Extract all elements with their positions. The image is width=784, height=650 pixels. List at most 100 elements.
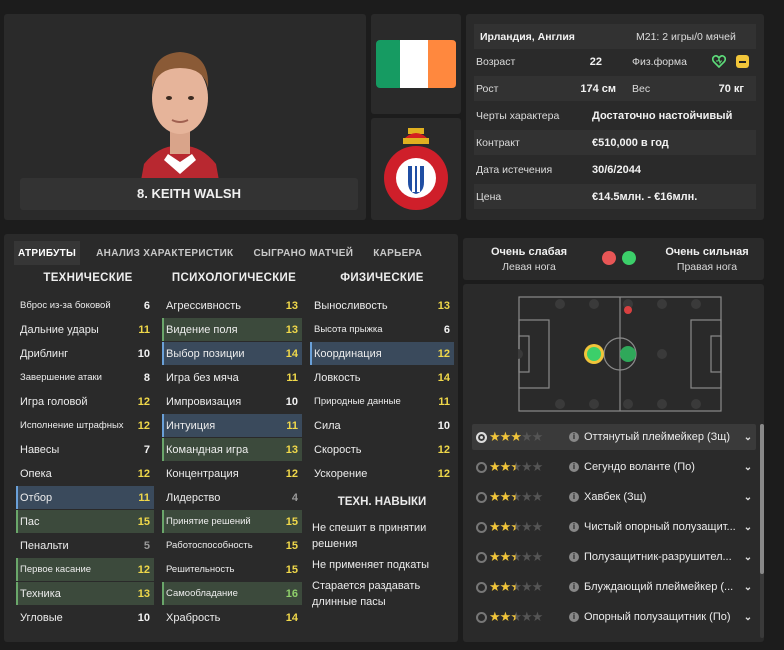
- role-item[interactable]: ★★★★★ i Сегундо воланте (По) ⌄: [472, 454, 756, 480]
- chevron-down-icon[interactable]: ⌄: [740, 462, 756, 473]
- attribute-row[interactable]: Координация 12: [310, 342, 454, 365]
- attribute-name: Угловые: [20, 611, 63, 624]
- attribute-row[interactable]: Отбор 11: [16, 486, 154, 509]
- attribute-row[interactable]: Дриблинг 10: [16, 342, 154, 365]
- attribute-name: Видение поля: [166, 323, 238, 336]
- chevron-down-icon[interactable]: ⌄: [740, 582, 756, 593]
- info-icon[interactable]: i: [569, 462, 579, 472]
- info-icon[interactable]: i: [569, 612, 579, 622]
- attribute-row[interactable]: Импровизация 10: [162, 390, 302, 413]
- info-icon[interactable]: i: [569, 552, 579, 562]
- info-icon[interactable]: i: [569, 522, 579, 532]
- attribute-row[interactable]: Первое касание 12: [16, 558, 154, 581]
- age-row: Возраст 22 Физ.форма: [474, 49, 756, 74]
- role-item[interactable]: ★★★★★ i Опорный полузащитник (По) ⌄: [472, 604, 756, 630]
- star-icon: ★: [510, 429, 522, 444]
- attribute-row[interactable]: Угловые 10: [16, 606, 154, 629]
- attribute-name: Игра без мяча: [166, 371, 239, 384]
- attribute-row[interactable]: Агрессивность 13: [162, 294, 302, 317]
- attribute-row[interactable]: Завершение атаки 8: [16, 366, 154, 389]
- role-item[interactable]: ★★★★★ i Хавбек (Зщ) ⌄: [472, 484, 756, 510]
- attribute-row[interactable]: Выбор позиции 14: [162, 342, 302, 365]
- attribute-row[interactable]: Исполнение штрафных 12: [16, 414, 154, 437]
- star-icon: ★: [499, 609, 512, 624]
- attribute-row[interactable]: Навесы 7: [16, 438, 154, 461]
- attribute-row[interactable]: Вброс из-за боковой 6: [16, 294, 154, 317]
- role-radio[interactable]: [476, 551, 487, 563]
- attribute-name: Высота прыжка: [314, 324, 383, 335]
- role-stars: ★★★★★: [489, 549, 569, 565]
- left-foot-indicator: [602, 251, 616, 265]
- role-radio[interactable]: [476, 581, 487, 593]
- info-icon[interactable]: i: [569, 432, 579, 442]
- attribute-row[interactable]: Скорость 12: [310, 438, 454, 461]
- chevron-down-icon[interactable]: ⌄: [740, 612, 756, 623]
- attribute-value: 13: [137, 587, 150, 600]
- attribute-row[interactable]: Природные данные 11: [310, 390, 454, 413]
- attribute-value: 6: [143, 299, 150, 312]
- attribute-value: 12: [137, 467, 150, 480]
- attribute-row[interactable]: Высота прыжка 6: [310, 318, 454, 341]
- role-name: Хавбек (Зщ): [584, 491, 647, 503]
- attribute-row[interactable]: Видение поля 13: [162, 318, 302, 341]
- attribute-row[interactable]: Интуиция 11: [162, 414, 302, 437]
- role-item[interactable]: ★★★★★ i Блуждающий плеймейкер (... ⌄: [472, 574, 756, 600]
- info-icon[interactable]: i: [569, 492, 579, 502]
- attribute-row[interactable]: Лидерство 4: [162, 486, 302, 509]
- attribute-row[interactable]: Командная игра 13: [162, 438, 302, 461]
- role-radio[interactable]: [476, 611, 487, 623]
- role-radio[interactable]: [476, 521, 487, 533]
- role-item[interactable]: ★★★★★ i Оттянутый плеймейкер (Зщ) ⌄: [472, 424, 756, 450]
- attribute-row[interactable]: Ловкость 14: [310, 366, 454, 389]
- attribute-row[interactable]: Пенальти 5: [16, 534, 154, 557]
- info-icon[interactable]: i: [569, 582, 579, 592]
- attribute-row[interactable]: Решительность 15: [162, 558, 302, 581]
- role-item[interactable]: ★★★★★ i Полузащитник-разрушител... ⌄: [472, 544, 756, 570]
- attribute-row[interactable]: Ускорение 12: [310, 462, 454, 485]
- attribute-row[interactable]: Работоспособность 15: [162, 534, 302, 557]
- tab-career[interactable]: КАРЬЕРА: [369, 241, 426, 265]
- age-value: 22: [589, 55, 602, 68]
- attribute-row[interactable]: Храбрость 14: [162, 606, 302, 629]
- attribute-value: 13: [285, 299, 298, 312]
- expiry-label: Дата истечения: [476, 163, 553, 176]
- tab-attribute-analysis[interactable]: АНАЛИЗ ХАРАКТЕРИСТИК: [92, 241, 237, 265]
- contract-value: €510,000 в год: [592, 136, 669, 149]
- chevron-down-icon[interactable]: ⌄: [740, 552, 756, 563]
- technical-header: ТЕХНИЧЕСКИЕ: [43, 272, 133, 284]
- attribute-row[interactable]: Игра головой 12: [16, 390, 154, 413]
- chevron-down-icon[interactable]: ⌄: [740, 432, 756, 443]
- attribute-row[interactable]: Сила 10: [310, 414, 454, 437]
- value-row: Цена €14.5млн. - €16млн.: [474, 184, 756, 209]
- star-icon: ★: [499, 459, 512, 474]
- weak-position-marker: [624, 306, 632, 314]
- nationality-row: Ирландия, Англия M21: 2 игры/0 мячей: [474, 24, 756, 49]
- attribute-row[interactable]: Выносливость 13: [310, 294, 454, 317]
- role-stars: ★★★★★: [489, 519, 569, 535]
- attribute-row[interactable]: Опека 12: [16, 462, 154, 485]
- attribute-row[interactable]: Самообладание 16: [162, 582, 302, 605]
- chevron-down-icon[interactable]: ⌄: [740, 492, 756, 503]
- attribute-row[interactable]: Дальние удары 11: [16, 318, 154, 341]
- star-icon: ★: [510, 459, 522, 474]
- attribute-row[interactable]: Техника 13: [16, 582, 154, 605]
- attribute-name: Командная игра: [166, 443, 249, 456]
- attribute-value: 7: [143, 443, 150, 456]
- tab-matches-played[interactable]: СЫГРАНО МАТЧЕЙ: [249, 241, 357, 265]
- role-radio[interactable]: [476, 491, 487, 503]
- attribute-row[interactable]: Принятие решений 15: [162, 510, 302, 533]
- weight-value: 70 кг: [718, 82, 744, 95]
- role-item[interactable]: ★★★★★ i Чистый опорный полузащит... ⌄: [472, 514, 756, 540]
- roles-scrollbar[interactable]: [760, 424, 764, 638]
- attribute-row[interactable]: Игра без мяча 11: [162, 366, 302, 389]
- role-radio[interactable]: [476, 431, 487, 443]
- star-icon: ★: [531, 549, 544, 564]
- role-radio[interactable]: [476, 461, 487, 473]
- attribute-row[interactable]: Концентрация 12: [162, 462, 302, 485]
- attribute-name: Вброс из-за боковой: [20, 300, 111, 311]
- attribute-row[interactable]: Пас 15: [16, 510, 154, 533]
- tab-attributes[interactable]: АТРИБУТЫ: [14, 241, 81, 265]
- value-label: Цена: [476, 190, 502, 203]
- attribute-name: Ускорение: [314, 467, 368, 480]
- chevron-down-icon[interactable]: ⌄: [740, 522, 756, 533]
